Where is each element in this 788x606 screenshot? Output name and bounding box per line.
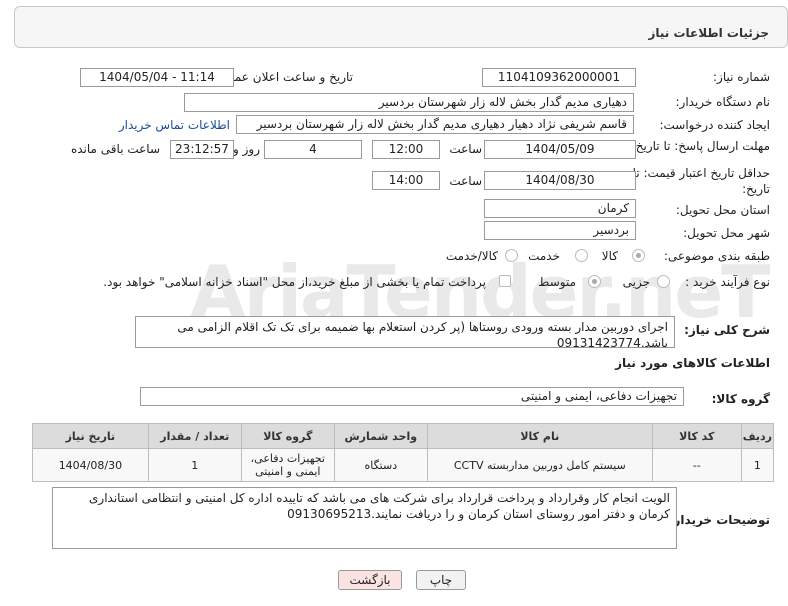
- col-item-group: گروه کالا: [240, 423, 335, 449]
- validity-label: حداقل تاریخ اعتبار قیمت: تا تاریخ:: [632, 166, 770, 196]
- days-field: 4: [264, 140, 362, 159]
- cell-item-name: سیستم کامل دوربین مداربسته CCTV: [426, 448, 653, 482]
- category-service-radio[interactable]: [575, 249, 588, 262]
- table-row: 1 -- سیستم کامل دوربین مداربسته CCTV دست…: [32, 448, 775, 482]
- col-need-date: تاریخ نیاز: [32, 423, 149, 449]
- col-item-code: کد کالا: [651, 423, 742, 449]
- validity-time-label: ساعت: [449, 174, 482, 188]
- goods-group-label: گروه کالا:: [711, 392, 770, 406]
- goods-group-field: تجهیزات دفاعی، ایمنی و امنیتی: [140, 387, 684, 406]
- category-service-label: خدمت: [528, 249, 560, 263]
- province-field: کرمان: [484, 199, 636, 218]
- deadline-date-field: 1404/05/09: [484, 140, 636, 159]
- goods-table: ردیف کد کالا نام کالا واحد شمارش گروه کا…: [32, 423, 775, 482]
- creator-field: قاسم شریفی نژاد دهیار دهیاری مدیم گدار ب…: [236, 115, 634, 134]
- announce-datetime-field: 1404/05/04 - 11:14: [80, 68, 234, 87]
- col-quantity: تعداد / مقدار: [147, 423, 242, 449]
- deadline-label: مهلت ارسال پاسخ: تا تاریخ:: [631, 139, 770, 153]
- page-title: جزئیات اطلاعات نیاز: [648, 26, 769, 40]
- category-goods-radio[interactable]: [632, 249, 645, 262]
- need-number-label: شماره نیاز:: [713, 70, 770, 84]
- col-row-number: ردیف: [740, 423, 775, 449]
- description-label: شرح کلی نیاز:: [684, 323, 770, 337]
- goods-section-title: اطلاعات کالاهای مورد نیاز: [615, 356, 770, 370]
- need-number-field: 1104109362000001: [482, 68, 636, 87]
- deadline-time-label: ساعت: [449, 142, 482, 156]
- purchase-minor-radio[interactable]: [657, 275, 670, 288]
- header-bar: جزئیات اطلاعات نیاز: [14, 6, 788, 48]
- category-label: طبقه بندی موضوعی:: [663, 249, 770, 263]
- category-both-radio[interactable]: [505, 249, 518, 262]
- description-textarea[interactable]: اجرای دوربین مدار بسته ورودی روستاها (پر…: [135, 316, 675, 348]
- days-label: روز و: [233, 142, 260, 156]
- province-label: استان محل تحویل:: [675, 203, 770, 217]
- buyer-notes-textarea[interactable]: الویت انجام کار وقرارداد و پرداخت قراردا…: [52, 487, 677, 549]
- buyer-org-field: دهیاری مدیم گدار بخش لاله زار شهرستان بر…: [184, 93, 634, 112]
- treasury-checkbox[interactable]: [499, 275, 511, 287]
- city-field: بردسیر: [484, 221, 636, 240]
- cell-item-code: --: [651, 448, 742, 482]
- validity-date-field: 1404/08/30: [484, 171, 636, 190]
- col-item-name: نام کالا: [426, 423, 653, 449]
- creator-label: ایجاد کننده درخواست:: [659, 118, 770, 132]
- cell-need-date: 1404/08/30: [32, 448, 149, 482]
- purchase-medium-radio[interactable]: [588, 275, 601, 288]
- category-goods-label: کالا: [601, 249, 618, 263]
- deadline-time-field: 12:00: [372, 140, 440, 159]
- payment-note: پرداخت تمام یا بخشی از مبلغ خرید،از محل …: [103, 275, 486, 289]
- cell-unit: دستگاه: [333, 448, 428, 482]
- back-button[interactable]: بازگشت: [338, 570, 402, 590]
- remaining-time-field: 23:12:57: [170, 140, 234, 159]
- buyer-org-label: نام دستگاه خریدار:: [675, 95, 771, 109]
- city-label: شهر محل تحویل:: [683, 226, 770, 240]
- buyer-contact-link[interactable]: اطلاعات تماس خریدار: [119, 118, 230, 132]
- category-both-label: کالا/خدمت: [445, 249, 498, 263]
- cell-item-group: تجهیزات دفاعی، ایمنی و امنیتی: [240, 448, 335, 482]
- validity-time-field: 14:00: [372, 171, 440, 190]
- buyer-notes-label: توضیحات خریدار:: [668, 513, 770, 527]
- purchase-medium-label: متوسط: [538, 275, 576, 289]
- print-button[interactable]: چاپ: [416, 570, 466, 590]
- remaining-label: ساعت باقی مانده: [70, 142, 160, 156]
- cell-quantity: 1: [147, 448, 242, 482]
- cell-row-number: 1: [740, 448, 775, 482]
- purchase-type-label: نوع فرآیند خرید :: [685, 275, 770, 289]
- col-unit: واحد شمارش: [333, 423, 428, 449]
- purchase-minor-label: جزیی: [622, 275, 650, 289]
